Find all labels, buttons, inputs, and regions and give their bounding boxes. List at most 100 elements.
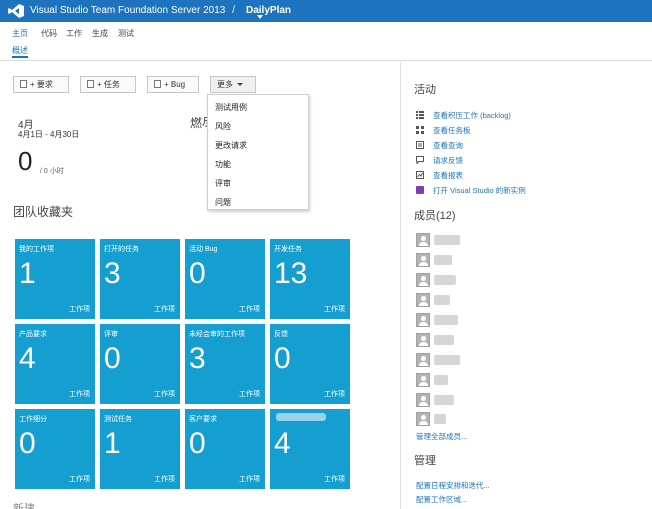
tab-work[interactable]: 工作 [66,28,82,39]
tile-unit: 工作项 [69,476,90,483]
new-bug-button[interactable]: + Bug [147,76,199,93]
configure-areas-link[interactable]: 配置工作区域... [416,494,467,505]
app-title: Visual Studio Team Foundation Server 201… [30,5,226,16]
avatar[interactable] [416,373,430,387]
member-name-redacted[interactable] [434,295,450,305]
activity-link-label[interactable]: 查看任务板 [433,125,471,136]
tile-count: 1 [104,427,121,460]
tile-count: 0 [104,342,121,375]
sprint-capacity: / 0 小时 [40,168,64,175]
requirement-icon [20,80,27,88]
favorite-tile[interactable]: 活动 Bug 0 工作项 [185,239,265,319]
configure-iterations-link[interactable]: 配置日程安排和迭代... [416,480,490,491]
menu-item-test-case[interactable]: 测试用例 [215,102,247,113]
member-name-redacted[interactable] [434,235,460,245]
visual-studio-logo-icon[interactable] [8,4,24,18]
activity-title: 活动 [414,84,436,96]
top-bar: Visual Studio Team Foundation Server 201… [0,0,652,22]
more-button[interactable]: 更多 [210,76,256,93]
menu-item-risk[interactable]: 风险 [215,121,231,132]
activity-link-label[interactable]: 查看积压工作 (backlog) [433,110,511,121]
tile-unit: 工作项 [324,306,345,313]
tile-unit: 工作项 [239,306,260,313]
tile-label: 评审 [104,331,118,338]
tile-count: 3 [189,342,206,375]
tile-count: 0 [274,342,291,375]
member-name-redacted[interactable] [434,395,454,405]
tab-code[interactable]: 代码 [41,28,57,39]
menu-item-issue[interactable]: 问题 [215,197,231,208]
tab-home[interactable]: 主页 [12,28,28,39]
activity-link-label[interactable]: 请求反馈 [433,155,463,166]
main-nav: 主页 代码 工作 生成 测试 [0,22,652,42]
subtab-overview[interactable]: 概述 [12,45,28,56]
visual-studio-icon [416,186,424,194]
project-selector[interactable]: DailyPlan [246,5,291,16]
tile-label: 反馈 [274,331,288,338]
member-name-redacted[interactable] [434,315,458,325]
avatar[interactable] [416,393,430,407]
favorite-tile[interactable]: 测试任务 1 工作项 [100,409,180,489]
more-dropdown-menu: 测试用例 风险 更改请求 功能 评审 问题 [207,94,309,210]
activity-link-label[interactable]: 打开 Visual Studio 的新实例 [433,185,526,196]
new-requirement-button[interactable]: + 要求 [13,76,69,93]
avatar[interactable] [416,412,430,426]
tile-unit: 工作项 [239,391,260,398]
favorite-tile[interactable]: 打开的任务 3 工作项 [100,239,180,319]
tile-unit: 工作项 [324,476,345,483]
avatar[interactable] [416,293,430,307]
menu-item-change-request[interactable]: 更改请求 [215,140,247,151]
tile-label: 活动 Bug [189,246,218,253]
tab-test[interactable]: 测试 [118,28,134,39]
tile-label: 我的工作项 [19,246,54,253]
chevron-down-icon[interactable] [257,15,263,19]
sprint-date-range: 4月1日 - 4月30日 [18,130,80,139]
members-title: 成员(12) [414,210,456,222]
tile-unit: 工作项 [324,391,345,398]
favorite-tile[interactable]: 客户要求 0 工作项 [185,409,265,489]
member-name-redacted[interactable] [434,335,454,345]
tile-count: 4 [274,427,291,460]
new-requirement-label: + 要求 [30,80,53,89]
favorite-tile[interactable]: 工作细分 0 工作项 [15,409,95,489]
avatar[interactable] [416,333,430,347]
member-name-redacted[interactable] [434,255,452,265]
avatar[interactable] [416,353,430,367]
new-task-label: + 任务 [97,80,120,89]
tile-count: 1 [19,257,36,290]
favorite-tile[interactable]: 评审 0 工作项 [100,324,180,404]
active-subtab-indicator [12,56,28,58]
task-icon [87,80,94,88]
favorite-tile[interactable]: 4 工作项 [270,409,350,489]
tile-count: 3 [104,257,121,290]
avatar[interactable] [416,253,430,267]
menu-item-feature[interactable]: 功能 [215,159,231,170]
member-name-redacted[interactable] [434,275,456,285]
favorite-tile[interactable]: 我的工作项 1 工作项 [15,239,95,319]
tile-label: 产品要求 [19,331,47,338]
favorite-tile[interactable]: 开发任务 13 工作项 [270,239,350,319]
query-icon [416,141,424,149]
member-name-redacted[interactable] [434,375,448,385]
tile-count: 4 [19,342,36,375]
favorite-tile[interactable]: 未经会审的工作项 3 工作项 [185,324,265,404]
favorite-tile[interactable]: 反馈 0 工作项 [270,324,350,404]
manage-members-link[interactable]: 管理全部成员... [416,431,467,442]
activity-link-label[interactable]: 查看报表 [433,170,463,181]
menu-item-review[interactable]: 评审 [215,178,231,189]
board-icon [416,126,424,134]
tile-unit: 工作项 [154,391,175,398]
tab-build[interactable]: 生成 [92,28,108,39]
admin-title: 管理 [414,455,436,467]
chevron-down-icon [237,83,243,86]
activity-link-label[interactable]: 查看查询 [433,140,463,151]
avatar[interactable] [416,313,430,327]
avatar[interactable] [416,233,430,247]
tile-unit: 工作项 [154,306,175,313]
member-name-redacted[interactable] [434,414,446,424]
column-divider [400,62,401,509]
avatar[interactable] [416,273,430,287]
member-name-redacted[interactable] [434,355,460,365]
favorite-tile[interactable]: 产品要求 4 工作项 [15,324,95,404]
new-task-button[interactable]: + 任务 [80,76,136,93]
